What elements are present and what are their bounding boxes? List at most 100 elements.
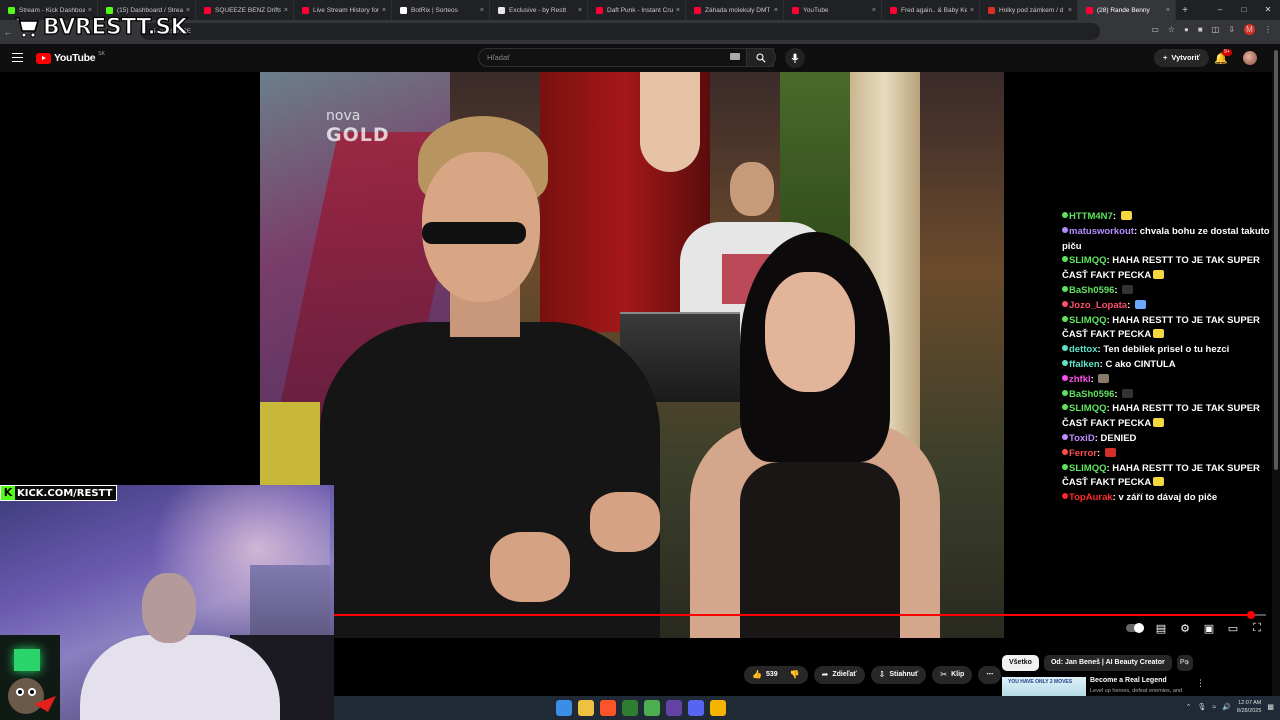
tab-close-icon[interactable]: × [480, 7, 484, 14]
chat-separator: : [1127, 299, 1133, 311]
chat-badge-icon [1062, 226, 1068, 233]
browser-tab[interactable]: Daft Punk - Instant Cru × [588, 0, 686, 20]
close-window-icon[interactable]: ✕ [1256, 0, 1280, 20]
fullscreen-icon[interactable]: ⛶ [1250, 622, 1264, 635]
browser-tab[interactable]: BotRix | Sorteos × [392, 0, 490, 20]
chat-emote-icon [1153, 477, 1165, 487]
install-icon[interactable]: ▭ [1151, 25, 1159, 34]
page-scrollbar[interactable] [1272, 44, 1280, 696]
browser-tab[interactable]: (28) Rande Benny × [1078, 0, 1176, 20]
extension-icon[interactable]: ● [1184, 25, 1189, 34]
tab-title: Daft Punk - Instant Cru [607, 6, 673, 14]
download-icon[interactable]: ⇩ [1228, 25, 1235, 34]
sidebar-icon[interactable]: ◫ [1212, 25, 1220, 34]
minimize-icon[interactable]: – [1208, 0, 1232, 20]
tab-close-icon[interactable]: × [578, 7, 582, 14]
tab-close-icon[interactable]: × [284, 7, 288, 14]
browser-tab[interactable]: Fred again.. & Baby Ke × [882, 0, 980, 20]
taskbar-app-icon[interactable] [622, 700, 638, 716]
chat-message: dettox: Ten debilek prisel o tu hezci [1062, 343, 1270, 358]
tab-title: Exclusive - by Restt [509, 6, 567, 14]
account-avatar[interactable] [1243, 51, 1257, 65]
chevron-right-icon[interactable]: › [1186, 657, 1189, 667]
subtitles-icon[interactable]: ▤ [1154, 622, 1168, 635]
taskbar-app-icon[interactable] [556, 700, 572, 716]
tab-close-icon[interactable]: × [676, 7, 680, 14]
browser-tab[interactable]: YouTube × [784, 0, 882, 20]
like-button[interactable]: 👍 539 👎 [744, 666, 808, 684]
theater-mode-icon[interactable]: ▭ [1226, 622, 1240, 635]
new-tab-icon[interactable]: + [1176, 5, 1194, 16]
puzzle-icon[interactable]: ■ [1198, 25, 1203, 34]
download-button[interactable]: ⇩ Stiahnuť [870, 666, 927, 684]
tab-close-icon[interactable]: × [382, 7, 386, 14]
taskbar-app-icon[interactable] [666, 700, 682, 716]
recommended-video[interactable]: YOU HAVE ONLY 2 MOVES Become a Real Lege… [1002, 677, 1272, 696]
chat-message: BaSh0596: [1062, 284, 1270, 299]
tray-chevron-icon[interactable]: ⌃ [1186, 703, 1192, 711]
search-button[interactable] [746, 48, 776, 67]
url-field[interactable]: 4asweSV02E [140, 23, 1100, 40]
miniplayer-icon[interactable]: ▣ [1202, 622, 1216, 635]
recommended-title[interactable]: Become a Real Legend [1090, 677, 1167, 684]
video-man [320, 112, 680, 638]
chat-message: SLIMQQ: HAHA RESTT TO JE TAK SUPER ČASŤ … [1062, 462, 1270, 492]
share-button[interactable]: ➦ Zdieľať [813, 666, 865, 684]
browser-tab[interactable]: Holky pod zámkem / d × [980, 0, 1078, 20]
taskbar-apps [556, 700, 726, 716]
taskbar-app-icon[interactable] [644, 700, 660, 716]
recommended-more-icon[interactable]: ⋮ [1196, 678, 1205, 689]
youtube-logo[interactable]: YouTube SK [36, 51, 105, 64]
chat-message: SLIMQQ: HAHA RESTT TO JE TAK SUPER ČASŤ … [1062, 314, 1270, 344]
chat-message: ToxiD: DENIED [1062, 432, 1270, 447]
video-progress-played[interactable] [334, 614, 1253, 616]
video-scrubber-handle[interactable] [1247, 611, 1255, 619]
tab-close-icon[interactable]: × [970, 7, 974, 14]
profile-avatar[interactable]: M [1244, 24, 1255, 35]
notification-center-icon[interactable]: ▩ [1267, 703, 1274, 711]
bookmark-star-icon[interactable]: ☆ [1168, 25, 1175, 34]
hamburger-menu-icon[interactable] [12, 53, 23, 65]
settings-gear-icon[interactable]: ⚙ [1178, 622, 1192, 635]
video-player[interactable]: nova GOLD [260, 72, 1004, 638]
youtube-wordmark: YouTube [54, 52, 96, 64]
tab-close-icon[interactable]: × [1068, 7, 1072, 14]
clip-button[interactable]: ✂ Klip [932, 666, 973, 684]
browser-tab[interactable]: Exclusive - by Restt × [490, 0, 588, 20]
taskbar-app-icon[interactable] [688, 700, 704, 716]
browser-tab[interactable]: Záhada molekuly DMT × [686, 0, 784, 20]
autoplay-toggle[interactable] [1126, 623, 1144, 633]
voice-search-button[interactable] [785, 48, 805, 68]
chat-username: Jozo_Lopata [1069, 299, 1128, 311]
chat-badge-icon [1062, 374, 1068, 381]
tab-close-icon[interactable]: × [872, 7, 876, 14]
taskbar-app-icon[interactable] [600, 700, 616, 716]
scrollbar-thumb[interactable] [1274, 50, 1278, 470]
system-clock[interactable]: 12:07 AM 8/28/2025 [1237, 699, 1261, 715]
tab-close-icon[interactable]: × [774, 7, 778, 14]
maximize-icon[interactable]: □ [1232, 0, 1256, 20]
volume-icon[interactable]: 🔊 [1222, 703, 1231, 711]
keyboard-icon[interactable] [730, 53, 740, 60]
create-button[interactable]: + Vytvoriť [1154, 49, 1210, 67]
thumbs-down-icon[interactable]: 👎 [790, 666, 800, 684]
chat-separator: : [1112, 211, 1119, 222]
video-actions: 👍 539 👎 ➦ Zdieľať ⇩ Stiahnuť ✂ Klip ⋯ [744, 666, 1002, 684]
thumbs-up-icon: 👍 [752, 670, 762, 679]
wifi-icon[interactable]: ≈ [1212, 704, 1216, 711]
more-actions-button[interactable]: ⋯ [978, 666, 1002, 684]
tab-close-icon[interactable]: × [1166, 7, 1170, 14]
chat-username: TopAurak [1069, 492, 1113, 504]
browser-tab[interactable]: SQUEEZE BENZ Drifts × [196, 0, 294, 20]
recommended-thumbnail[interactable]: YOU HAVE ONLY 2 MOVES [1002, 677, 1086, 696]
chip-related[interactable]: Po [1176, 655, 1193, 671]
menu-dots-icon[interactable]: ⋮ [1264, 25, 1272, 34]
system-tray: ⌃ 🎙 ≈ 🔊 12:07 AM 8/28/2025 ▩ [1186, 699, 1274, 715]
tab-favicon-icon [498, 6, 505, 14]
taskbar-app-icon[interactable] [578, 700, 594, 716]
chip-from-channel[interactable]: Od: Jan Beneš | AI Beauty Creator [1043, 655, 1172, 671]
chip-all[interactable]: Všetko [1002, 655, 1039, 671]
taskbar-app-icon[interactable] [710, 700, 726, 716]
microphone-tray-icon[interactable]: 🎙 [1197, 703, 1206, 711]
browser-tab[interactable]: Live Stream History for × [294, 0, 392, 20]
